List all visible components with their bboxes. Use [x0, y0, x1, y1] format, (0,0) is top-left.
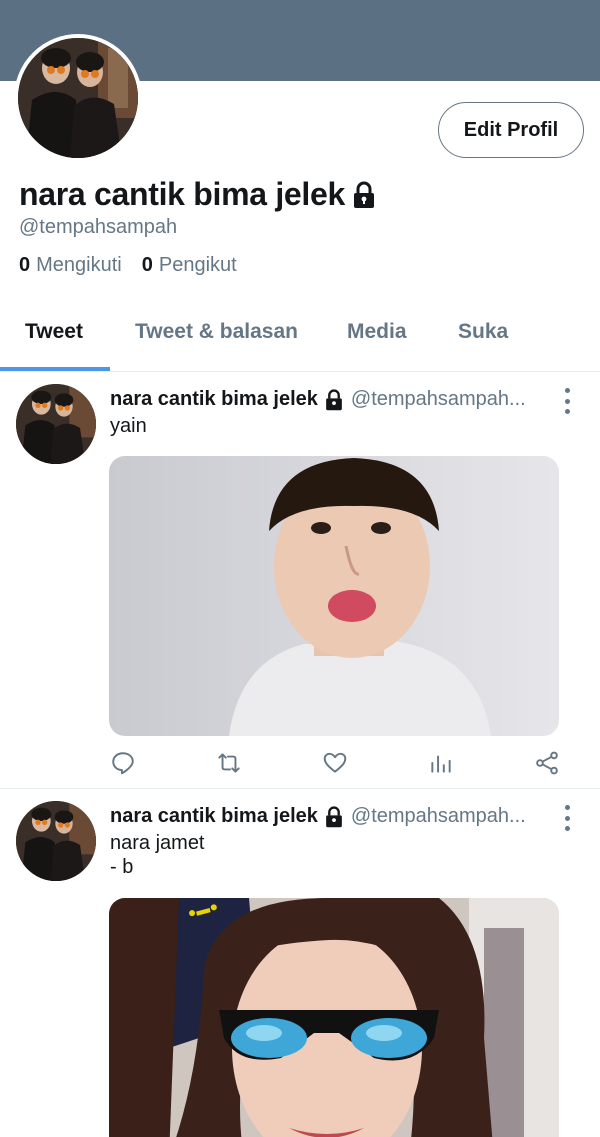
following-label: Mengikuti: [36, 254, 122, 276]
more-options-icon[interactable]: [558, 805, 576, 831]
lock-icon: [351, 181, 377, 209]
following-count: 0: [19, 254, 31, 276]
tweet-handle: @tempahsampah...: [350, 805, 526, 827]
tweet-media[interactable]: [109, 456, 559, 736]
tweet-header: nara cantik bima jelek @tempahsampah...: [110, 805, 526, 828]
tweet-text: yain: [110, 414, 147, 438]
tweet-author[interactable]: nara cantik bima jelek: [110, 388, 318, 411]
following-link[interactable]: 0 Mengikuti: [19, 254, 122, 277]
edit-profile-button[interactable]: Edit Profil: [438, 102, 584, 158]
profile-name-text: nara cantik bima jelek: [19, 176, 346, 212]
followers-link[interactable]: 0 Pengikut: [142, 254, 237, 277]
tweet-text: nara jamet - b: [110, 831, 205, 879]
profile-tabs: Tweet Tweet & balasan Media Suka: [0, 310, 600, 372]
tweet-author[interactable]: nara cantik bima jelek: [110, 805, 318, 828]
like-icon[interactable]: [320, 748, 350, 778]
followers-count: 0: [141, 254, 153, 276]
reply-icon[interactable]: [108, 748, 138, 778]
tab-suka[interactable]: Suka: [458, 320, 508, 344]
lock-icon: [323, 805, 345, 828]
tweet-actions: [108, 748, 564, 778]
active-tab-indicator: [0, 367, 110, 371]
tweet-avatar[interactable]: [16, 384, 96, 464]
avatar-photo: [16, 384, 96, 464]
tweet-text-line: nara jamet: [110, 832, 205, 854]
tweet[interactable]: nara cantik bima jelek @tempahsampah... …: [0, 789, 600, 1137]
analytics-icon[interactable]: [426, 748, 456, 778]
tweet-photo: [109, 456, 559, 736]
retweet-icon[interactable]: [214, 748, 244, 778]
follow-stats: 0 Mengikuti 0 Pengikut: [19, 254, 237, 277]
tweet-text-line: - b: [110, 856, 134, 878]
tweet[interactable]: nara cantik bima jelek @tempahsampah... …: [0, 372, 600, 788]
avatar-photo: [16, 801, 96, 881]
tweet-avatar[interactable]: [16, 801, 96, 881]
profile-name: nara cantik bima jelek: [19, 176, 377, 213]
avatar-photo: [18, 38, 138, 158]
tweet-handle: @tempahsampah...: [350, 388, 526, 410]
tweet-text-line: yain: [110, 415, 147, 437]
tweet-photo: ●▬●: [109, 898, 559, 1137]
tab-tweet-balasan[interactable]: Tweet & balasan: [135, 320, 298, 344]
tweet-media[interactable]: ●▬●: [109, 898, 559, 1137]
more-options-icon[interactable]: [558, 388, 576, 414]
profile-handle: @tempahsampah: [19, 216, 178, 238]
tab-tweet[interactable]: Tweet: [25, 320, 83, 344]
followers-label: Pengikut: [158, 254, 237, 276]
tab-media[interactable]: Media: [347, 320, 407, 344]
profile-avatar[interactable]: [14, 34, 142, 162]
lock-icon: [323, 388, 345, 411]
tweet-header: nara cantik bima jelek @tempahsampah...: [110, 388, 526, 411]
share-icon[interactable]: [532, 748, 562, 778]
